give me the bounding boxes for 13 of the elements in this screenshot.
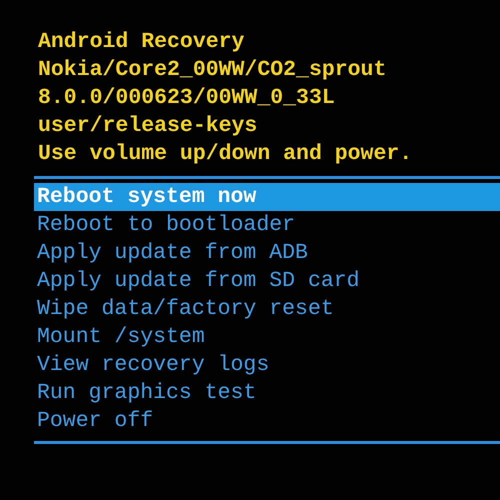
menu-item[interactable]: Wipe data/factory reset [34,295,500,323]
menu-item[interactable]: Reboot to bootloader [34,211,500,239]
header-text: Android Recovery [37,29,246,56]
header-text: Use volume up/down and power. [37,141,414,168]
menu-item[interactable]: Power off [34,407,500,435]
header-text: Nokia/Core2_00WW/CO2_sprout [37,57,388,84]
menu-item[interactable]: Run graphics test [34,379,500,407]
header-text: user/release-keys [37,113,258,140]
menu-item[interactable]: Mount /system [34,323,500,351]
menu-item[interactable]: View recovery logs [34,351,500,379]
menu-item[interactable]: Apply update from SD card [34,267,500,295]
header-text: 8.0.0/000623/00WW_0_33L [37,85,336,112]
menu-item[interactable]: Apply update from ADB [34,239,500,267]
